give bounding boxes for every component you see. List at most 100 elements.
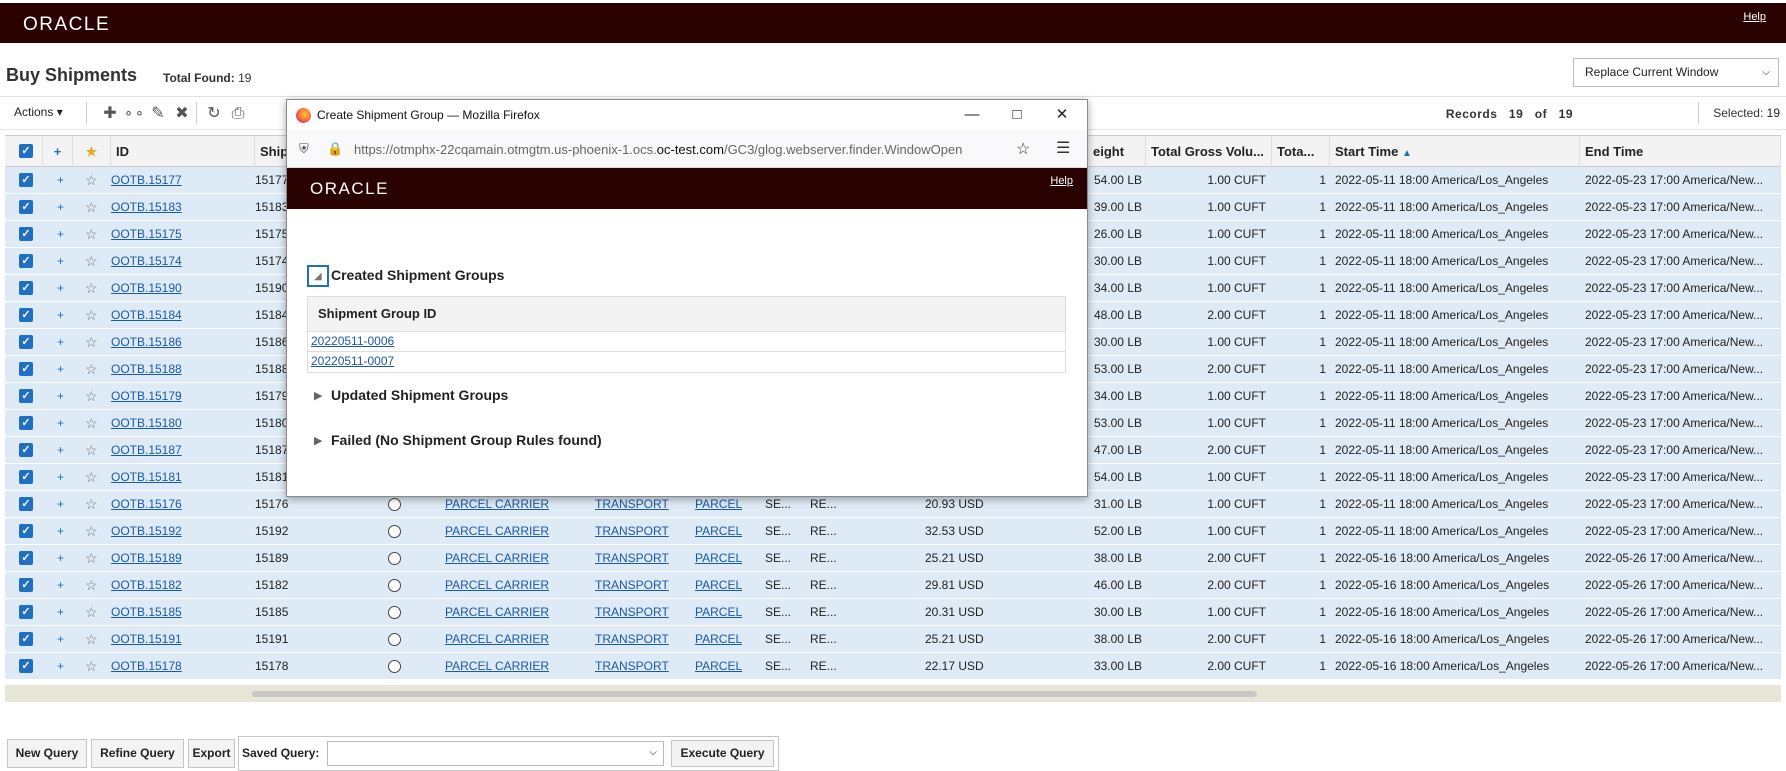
row-select-checkbox[interactable]: ✓ bbox=[19, 578, 33, 592]
execute-query-button[interactable]: Execute Query bbox=[671, 740, 774, 767]
row-parcel-link[interactable]: PARCEL bbox=[695, 653, 755, 680]
expand-row-icon[interactable]: + bbox=[57, 599, 64, 626]
row-id-link[interactable]: OOTB.15176 bbox=[111, 491, 231, 518]
table-row[interactable]: ✓ + ☆ OOTB.15189 15189 PARCEL CARRIER TRANSPOR… bbox=[5, 545, 1781, 572]
favorite-star-icon[interactable]: ☆ bbox=[85, 383, 98, 410]
expand-row-icon[interactable]: + bbox=[57, 626, 64, 653]
shipment-group-link[interactable]: 20220511-0006 bbox=[311, 334, 394, 348]
table-row[interactable]: ✓ + ☆ OOTB.15185 15185 PARCEL CARRIER TRANSPOR… bbox=[5, 599, 1781, 626]
favorite-star-icon[interactable]: ☆ bbox=[85, 572, 98, 599]
table-row[interactable]: ✓ + ☆ OOTB.15191 15191 PARCEL CARRIER TRANSPOR… bbox=[5, 626, 1781, 653]
row-select-checkbox[interactable]: ✓ bbox=[19, 605, 33, 619]
help-link[interactable]: Help bbox=[1743, 11, 1766, 23]
row-transport-link[interactable]: TRANSPORT bbox=[595, 545, 685, 572]
row-id-link[interactable]: OOTB.15175 bbox=[111, 221, 231, 248]
edit-icon[interactable]: ✎ bbox=[146, 103, 170, 123]
row-radio[interactable] bbox=[388, 660, 401, 673]
minimize-icon[interactable]: — bbox=[957, 104, 987, 126]
table-row[interactable]: ✓ + ☆ OOTB.15178 15178 PARCEL CARRIER TRANSPOR… bbox=[5, 653, 1781, 680]
row-id-link[interactable]: OOTB.15180 bbox=[111, 410, 231, 437]
row-carrier-link[interactable]: PARCEL CARRIER bbox=[445, 545, 575, 572]
expand-row-icon[interactable]: + bbox=[57, 572, 64, 599]
row-radio[interactable] bbox=[388, 498, 401, 511]
expand-row-icon[interactable]: + bbox=[57, 221, 64, 248]
row-transport-link[interactable]: TRANSPORT bbox=[595, 572, 685, 599]
row-id-link[interactable]: OOTB.15178 bbox=[111, 653, 231, 680]
row-select-checkbox[interactable]: ✓ bbox=[19, 389, 33, 403]
delete-icon[interactable]: ✖ bbox=[170, 103, 194, 123]
favorite-star-icon[interactable]: ☆ bbox=[85, 410, 98, 437]
favorite-star-icon[interactable]: ☆ bbox=[85, 194, 98, 221]
maximize-icon[interactable]: □ bbox=[1002, 104, 1032, 126]
shipment-group-link[interactable]: 20220511-0007 bbox=[311, 354, 394, 368]
column-end-time[interactable]: End Time bbox=[1580, 136, 1781, 167]
row-carrier-link[interactable]: PARCEL CARRIER bbox=[445, 518, 575, 545]
row-select-checkbox[interactable]: ✓ bbox=[19, 416, 33, 430]
expand-row-icon[interactable]: + bbox=[57, 464, 64, 491]
row-radio[interactable] bbox=[388, 633, 401, 646]
row-radio[interactable] bbox=[388, 552, 401, 565]
created-groups-toggle[interactable]: ◢ bbox=[307, 265, 329, 287]
scrollbar-thumb[interactable] bbox=[252, 691, 1257, 697]
row-transport-link[interactable]: TRANSPORT bbox=[595, 653, 685, 680]
row-id-link[interactable]: OOTB.15174 bbox=[111, 248, 231, 275]
row-parcel-link[interactable]: PARCEL bbox=[695, 545, 755, 572]
expand-row-icon[interactable]: + bbox=[57, 356, 64, 383]
updated-groups-title[interactable]: Updated Shipment Groups bbox=[331, 387, 508, 403]
row-id-link[interactable]: OOTB.15185 bbox=[111, 599, 231, 626]
row-id-link[interactable]: OOTB.15189 bbox=[111, 545, 231, 572]
row-parcel-link[interactable]: PARCEL bbox=[695, 626, 755, 653]
expand-row-icon[interactable]: + bbox=[57, 194, 64, 221]
popup-url[interactable]: https://otmphx-22cqamain.otmgtm.us-phoen… bbox=[354, 142, 1008, 157]
row-select-checkbox[interactable]: ✓ bbox=[19, 632, 33, 646]
expand-row-icon[interactable]: + bbox=[57, 518, 64, 545]
favorite-star-icon[interactable]: ☆ bbox=[85, 329, 98, 356]
bookmark-star-icon[interactable]: ☆ bbox=[1016, 139, 1030, 159]
row-parcel-link[interactable]: PARCEL bbox=[695, 518, 755, 545]
row-id-link[interactable]: OOTB.15188 bbox=[111, 356, 231, 383]
refresh-icon[interactable]: ↻ bbox=[202, 103, 226, 123]
row-id-link[interactable]: OOTB.15182 bbox=[111, 572, 231, 599]
row-select-checkbox[interactable]: ✓ bbox=[19, 281, 33, 295]
row-carrier-link[interactable]: PARCEL CARRIER bbox=[445, 572, 575, 599]
favorite-star-icon[interactable]: ☆ bbox=[85, 653, 98, 680]
favorite-star-icon[interactable]: ☆ bbox=[85, 437, 98, 464]
expand-all-icon[interactable]: + bbox=[43, 136, 73, 167]
expand-row-icon[interactable]: + bbox=[57, 437, 64, 464]
row-transport-link[interactable]: TRANSPORT bbox=[595, 626, 685, 653]
expand-row-icon[interactable]: + bbox=[57, 410, 64, 437]
favorite-star-icon[interactable]: ☆ bbox=[85, 356, 98, 383]
row-select-checkbox[interactable]: ✓ bbox=[19, 227, 33, 241]
row-select-checkbox[interactable]: ✓ bbox=[19, 308, 33, 322]
row-parcel-link[interactable]: PARCEL bbox=[695, 572, 755, 599]
saved-query-select[interactable]: ⌵ bbox=[327, 741, 664, 766]
row-id-link[interactable]: OOTB.15192 bbox=[111, 518, 231, 545]
row-id-link[interactable]: OOTB.15179 bbox=[111, 383, 231, 410]
horizontal-scrollbar[interactable] bbox=[5, 685, 1781, 702]
row-select-checkbox[interactable]: ✓ bbox=[19, 335, 33, 349]
column-total[interactable]: Tota... bbox=[1272, 136, 1330, 167]
export-button[interactable]: Export bbox=[188, 739, 235, 768]
row-select-checkbox[interactable]: ✓ bbox=[19, 173, 33, 187]
row-id-link[interactable]: OOTB.15187 bbox=[111, 437, 231, 464]
expand-row-icon[interactable]: + bbox=[57, 248, 64, 275]
row-transport-link[interactable]: TRANSPORT bbox=[595, 518, 685, 545]
row-radio[interactable] bbox=[388, 579, 401, 592]
row-carrier-link[interactable]: PARCEL CARRIER bbox=[445, 653, 575, 680]
hamburger-menu-icon[interactable]: ☰ bbox=[1056, 138, 1070, 158]
row-id-link[interactable]: OOTB.15186 bbox=[111, 329, 231, 356]
row-carrier-link[interactable]: PARCEL CARRIER bbox=[445, 626, 575, 653]
add-icon[interactable]: ✚ bbox=[98, 103, 122, 123]
row-id-link[interactable]: OOTB.15184 bbox=[111, 302, 231, 329]
row-id-link[interactable]: OOTB.15181 bbox=[111, 464, 231, 491]
refine-query-button[interactable]: Refine Query bbox=[91, 739, 184, 768]
favorite-star-icon[interactable]: ☆ bbox=[85, 491, 98, 518]
view-icon[interactable]: ⚬⚬ bbox=[122, 106, 146, 122]
expand-row-icon[interactable]: + bbox=[57, 653, 64, 680]
popup-help-link[interactable]: Help bbox=[1050, 175, 1073, 187]
row-select-checkbox[interactable]: ✓ bbox=[19, 200, 33, 214]
expand-row-icon[interactable]: + bbox=[57, 545, 64, 572]
row-select-checkbox[interactable]: ✓ bbox=[19, 254, 33, 268]
favorite-star-icon[interactable]: ☆ bbox=[85, 545, 98, 572]
new-query-button[interactable]: New Query bbox=[7, 739, 87, 768]
